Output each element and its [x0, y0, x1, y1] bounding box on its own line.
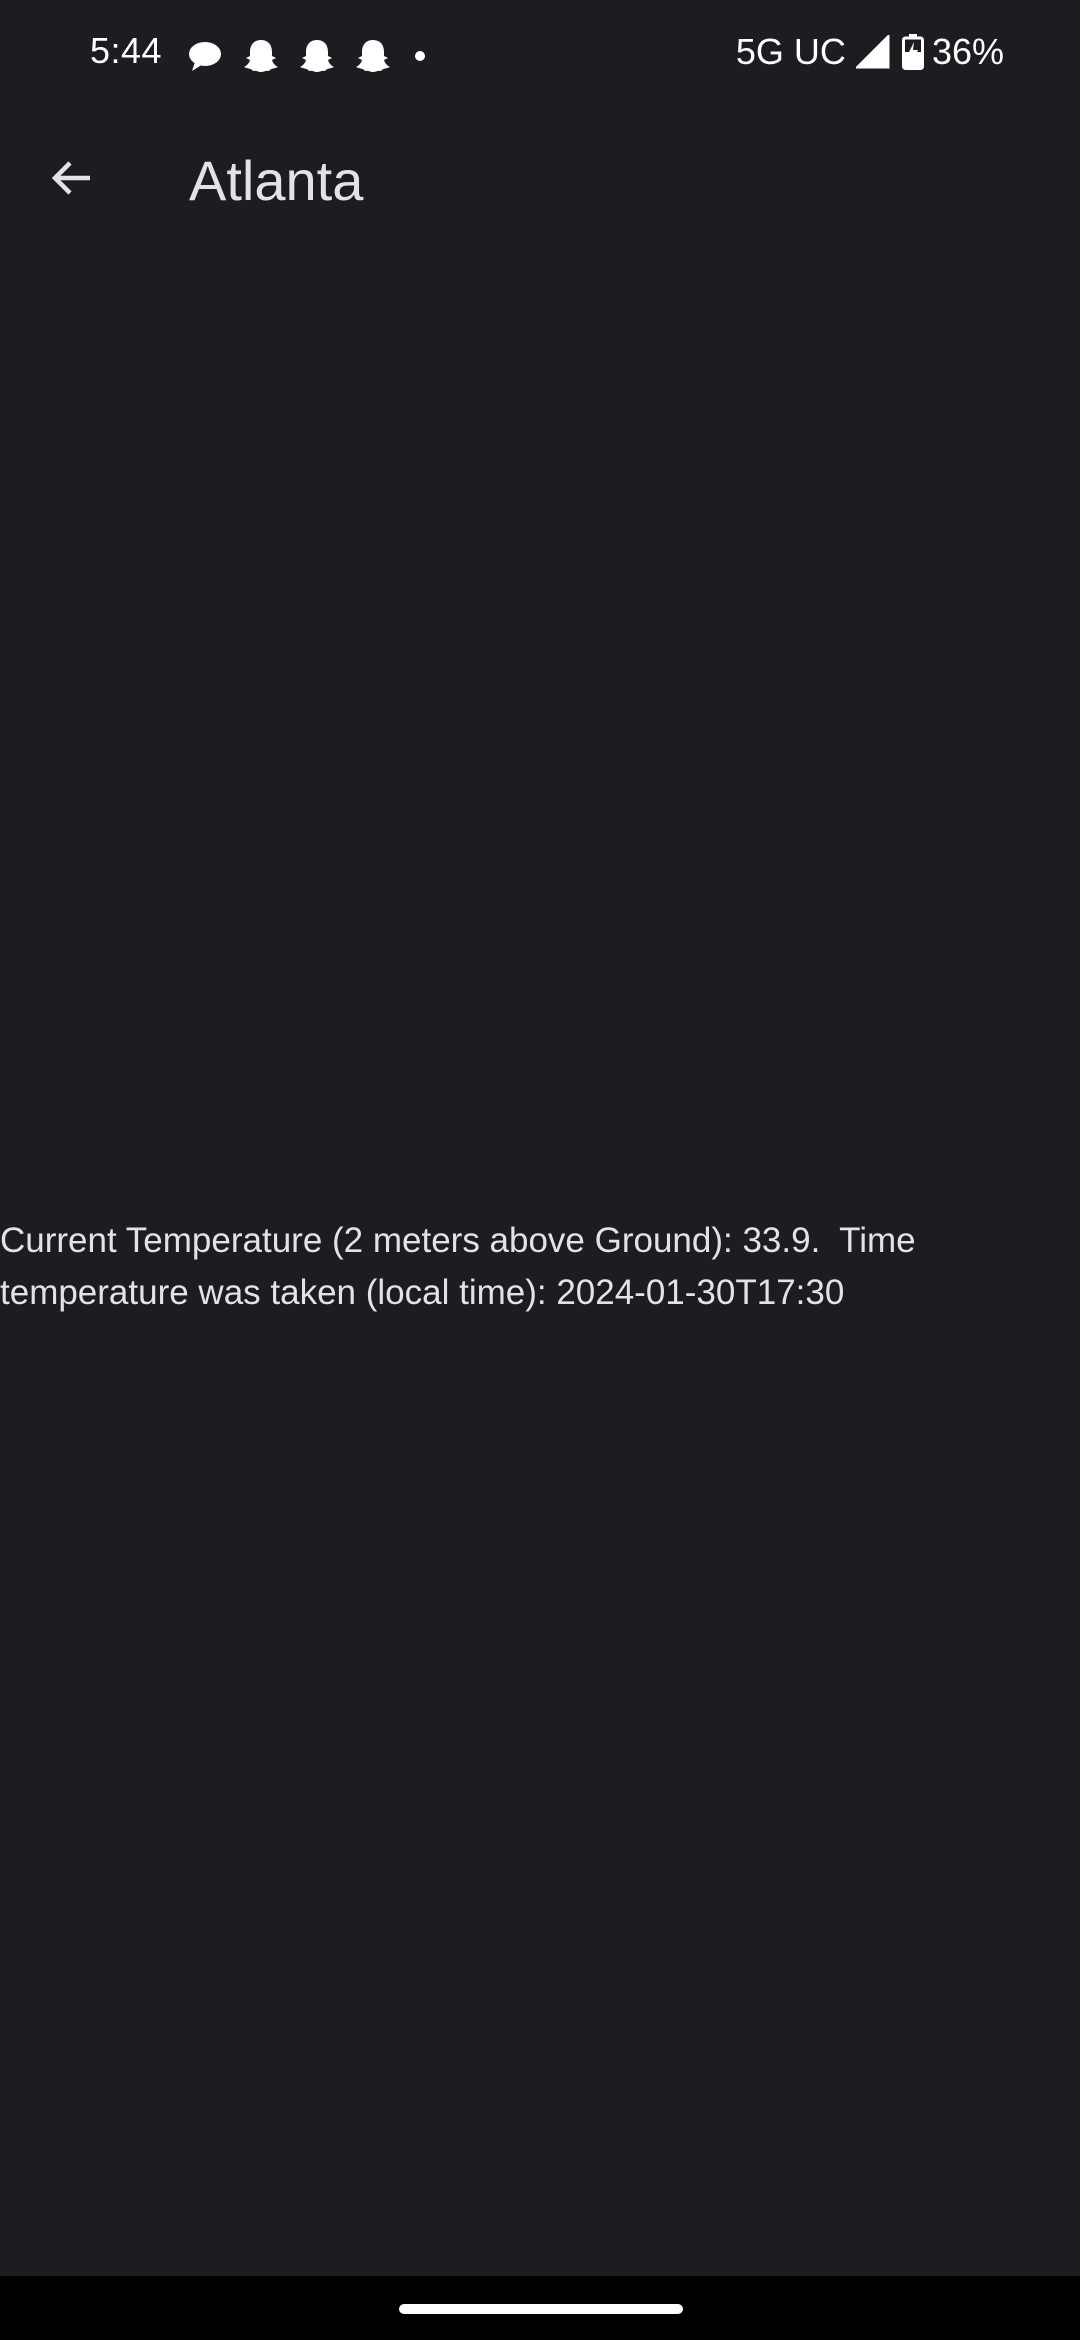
gesture-handle[interactable]: [399, 2304, 683, 2314]
app-bar: Atlanta: [0, 108, 1080, 252]
dot-icon: [410, 46, 430, 66]
snapchat-ghost-icon: [242, 37, 280, 75]
screen: 5:44 5G UC 36% Atlanta Current Temperatu…: [0, 0, 1080, 2340]
back-button[interactable]: [36, 144, 108, 216]
snapchat-ghost-icon: [354, 37, 392, 75]
battery-percent: 36%: [931, 31, 1004, 72]
network-type: 5G UC: [735, 31, 846, 72]
status-time: 5:44: [90, 30, 163, 71]
status-bar: 5:44 5G UC 36%: [0, 0, 1080, 108]
navigation-bar: [0, 2276, 1080, 2340]
battery-charging-icon: [901, 34, 924, 70]
cell-signal-icon: [855, 35, 890, 69]
temperature-text: Current Temperature (2 meters above Grou…: [0, 1221, 926, 1312]
notification-icons: [186, 36, 448, 76]
status-right-group: 5G UC 36%: [736, 30, 1004, 74]
arrow-left-icon: [50, 156, 94, 205]
snapchat-ghost-icon: [298, 37, 336, 75]
chat-bubble-icon: [186, 38, 224, 74]
page-title: Atlanta: [189, 149, 364, 212]
